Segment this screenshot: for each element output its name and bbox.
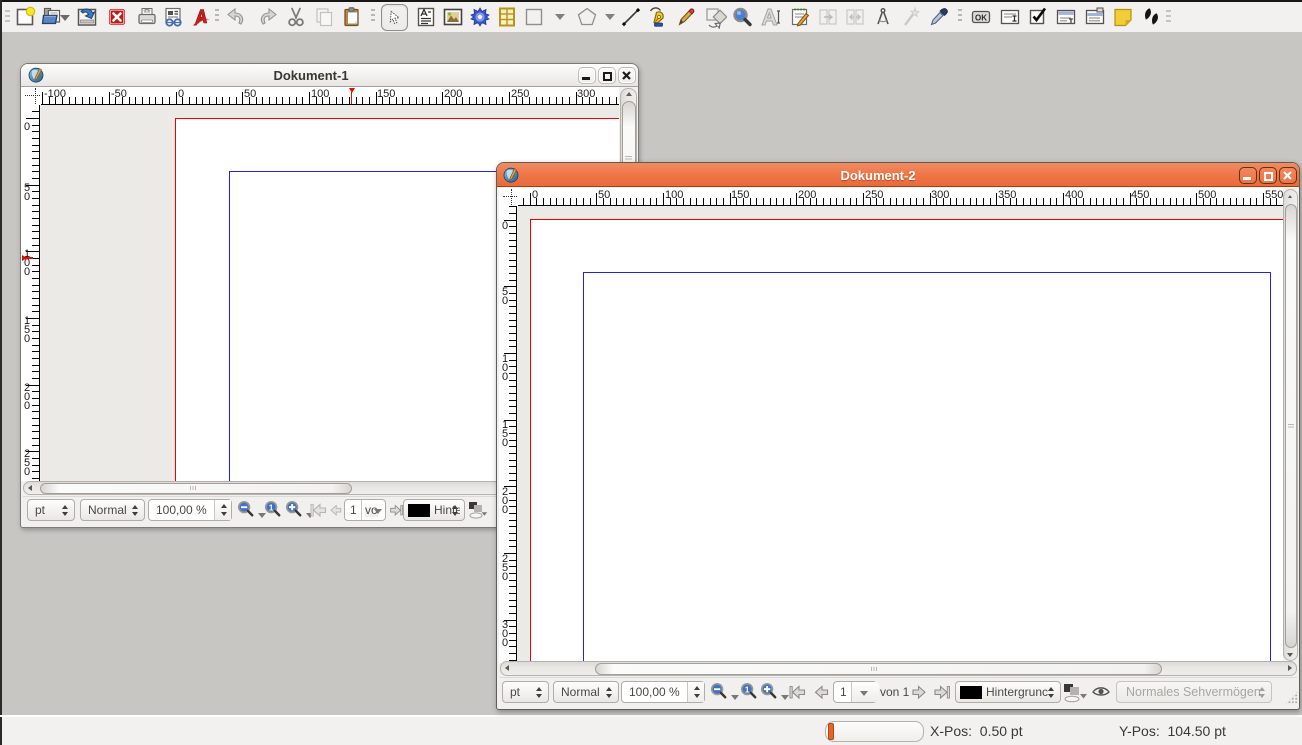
svg-text:1: 1 bbox=[269, 503, 274, 512]
svg-text:OK: OK bbox=[975, 14, 987, 23]
svg-text:1: 1 bbox=[745, 685, 750, 694]
